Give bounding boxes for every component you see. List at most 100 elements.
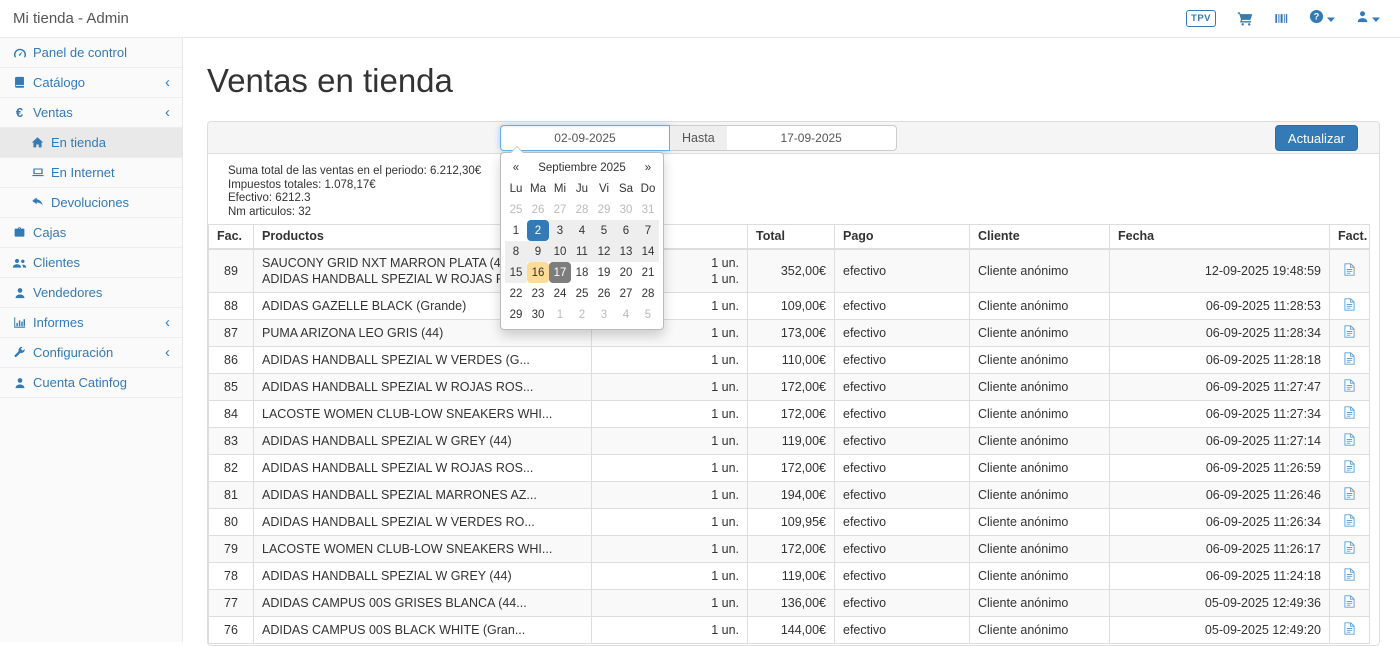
invoice-cell: [1330, 535, 1370, 562]
invoice-document-icon[interactable]: [1344, 263, 1355, 279]
invoice-document-icon[interactable]: [1344, 298, 1355, 314]
invoice-document-icon[interactable]: [1344, 622, 1355, 638]
calendar-day[interactable]: 4: [615, 304, 637, 325]
calendar-day[interactable]: 28: [571, 199, 593, 220]
calendar-day[interactable]: 29: [505, 304, 527, 325]
calendar-day[interactable]: 3: [549, 220, 571, 241]
date-from-input[interactable]: [500, 125, 670, 151]
sidebar-item-cuenta-catinfog[interactable]: Cuenta Catinfog: [0, 368, 182, 398]
unit-count: 1 un.: [600, 406, 739, 422]
sidebar-item-clientes[interactable]: Clientes: [0, 248, 182, 278]
table-row: 86ADIDAS HANDBALL SPEZIAL W VERDES (G...…: [209, 346, 1370, 373]
calendar-day[interactable]: 2: [571, 304, 593, 325]
date-to-input[interactable]: [727, 125, 897, 151]
update-button[interactable]: Actualizar: [1275, 125, 1358, 151]
calendar-day[interactable]: 26: [593, 283, 615, 304]
calendar-day[interactable]: 29: [593, 199, 615, 220]
calendar-day[interactable]: 22: [505, 283, 527, 304]
invoice-document-icon[interactable]: [1344, 352, 1355, 368]
invoice-document-icon[interactable]: [1344, 379, 1355, 395]
book-icon: [12, 76, 27, 89]
units: 1 un.: [592, 589, 748, 616]
calendar-day[interactable]: 14: [637, 241, 659, 262]
calendar-day[interactable]: 6: [615, 220, 637, 241]
barcode-icon[interactable]: [1274, 12, 1288, 25]
invoice-document-icon[interactable]: [1344, 514, 1355, 530]
user-menu[interactable]: [1356, 10, 1380, 28]
invoice-document-icon[interactable]: [1344, 460, 1355, 476]
datepicker-next-button[interactable]: »: [637, 157, 659, 178]
sidebar-item-catalogo[interactable]: Catálogo ‹: [0, 68, 182, 98]
datepicker-month-title[interactable]: Septiembre 2025: [527, 157, 637, 178]
calendar-day[interactable]: 21: [637, 262, 659, 283]
calendar-day[interactable]: 27: [615, 283, 637, 304]
invoice-document-icon[interactable]: [1344, 433, 1355, 449]
calendar-day[interactable]: 24: [549, 283, 571, 304]
help-menu[interactable]: ?: [1309, 9, 1335, 29]
sidebar-item-vendedores[interactable]: Vendedores: [0, 278, 182, 308]
invoice-document-icon[interactable]: [1344, 568, 1355, 584]
calendar-day[interactable]: 26: [527, 199, 549, 220]
datepicker-dow-label: Vi: [593, 178, 615, 199]
invoice-number: 86: [209, 346, 254, 373]
payment-method: efectivo: [835, 292, 970, 319]
sidebar-item-informes[interactable]: Informes‹: [0, 308, 182, 338]
invoice-document-icon[interactable]: [1344, 406, 1355, 422]
sidebar-item-cajas[interactable]: Cajas: [0, 218, 182, 248]
calendar-day[interactable]: 11: [571, 241, 593, 262]
calendar-day[interactable]: 16: [527, 262, 549, 283]
sidebar-item-en-tienda[interactable]: En tienda: [0, 128, 182, 158]
calendar-day[interactable]: 1: [549, 304, 571, 325]
calendar-day[interactable]: 1: [505, 220, 527, 241]
tpv-button[interactable]: TPV: [1186, 10, 1216, 27]
calendar-day[interactable]: 28: [637, 283, 659, 304]
calendar-day[interactable]: 30: [615, 199, 637, 220]
calendar-day[interactable]: 5: [637, 304, 659, 325]
calendar-day[interactable]: 27: [549, 199, 571, 220]
calendar-day[interactable]: 9: [527, 241, 549, 262]
customer-name: Cliente anónimo: [970, 562, 1110, 589]
sidebar-item-configuracion[interactable]: Configuración‹: [0, 338, 182, 368]
payment-method: efectivo: [835, 454, 970, 481]
cart-icon[interactable]: [1237, 11, 1253, 26]
sidebar-item-devoluciones[interactable]: Devoluciones: [0, 188, 182, 218]
chevron-left-icon: ‹: [165, 75, 170, 90]
chevron-left-icon: ‹: [165, 345, 170, 360]
calendar-day[interactable]: 25: [505, 199, 527, 220]
calendar-day[interactable]: 17: [549, 262, 571, 283]
calendar-day[interactable]: 15: [505, 262, 527, 283]
invoice-document-icon[interactable]: [1344, 595, 1355, 611]
calendar-day[interactable]: 25: [571, 283, 593, 304]
calendar-day[interactable]: 20: [615, 262, 637, 283]
invoice-document-icon[interactable]: [1344, 487, 1355, 503]
total-amount: 109,00€: [748, 292, 835, 319]
calendar-day[interactable]: 4: [571, 220, 593, 241]
calendar-day[interactable]: 3: [593, 304, 615, 325]
summary-taxes-line: Impuestos totales: 1.078,17€: [228, 179, 1379, 193]
product-name: ADIDAS HANDBALL SPEZIAL W VERDES RO...: [262, 514, 583, 530]
calendar-day[interactable]: 7: [637, 220, 659, 241]
sidebar-item-label: Clientes: [33, 255, 80, 270]
sale-date: 12-09-2025 19:48:59: [1110, 249, 1330, 293]
sidebar-item-panel-de-control[interactable]: Panel de control: [0, 38, 182, 68]
calendar-day[interactable]: 23: [527, 283, 549, 304]
topbar: Mi tienda - Admin TPV ?: [0, 0, 1400, 38]
calendar-day[interactable]: 2: [527, 220, 549, 241]
sidebar-item-ventas[interactable]: €Ventas‹: [0, 98, 182, 128]
sidebar-item-en-internet[interactable]: En Internet: [0, 158, 182, 188]
invoice-document-icon[interactable]: [1344, 325, 1355, 341]
calendar-day[interactable]: 10: [549, 241, 571, 262]
calendar-day[interactable]: 18: [571, 262, 593, 283]
calendar-day[interactable]: 30: [527, 304, 549, 325]
invoice-cell: [1330, 400, 1370, 427]
calendar-day[interactable]: 8: [505, 241, 527, 262]
calendar-day[interactable]: 31: [637, 199, 659, 220]
calendar-day[interactable]: 13: [615, 241, 637, 262]
invoice-document-icon[interactable]: [1344, 541, 1355, 557]
datepicker-prev-button[interactable]: «: [505, 157, 527, 178]
sidebar-item-label: Catálogo: [33, 75, 85, 90]
page-title: Ventas en tienda: [207, 62, 453, 100]
calendar-day[interactable]: 19: [593, 262, 615, 283]
calendar-day[interactable]: 12: [593, 241, 615, 262]
calendar-day[interactable]: 5: [593, 220, 615, 241]
